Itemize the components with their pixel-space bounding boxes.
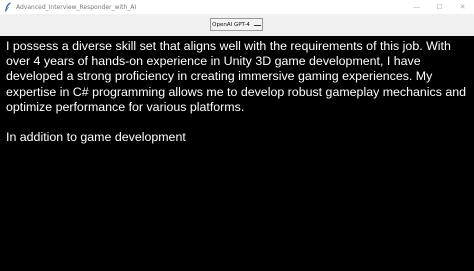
minimize-button[interactable]: — (405, 0, 428, 14)
window-title: Advanced_Interview_Responder_with_AI (16, 3, 137, 11)
response-text-area[interactable]: I possess a diverse skill set that align… (0, 36, 474, 271)
model-select-value: OpenAI GPT-4 (212, 21, 250, 28)
maximize-button[interactable]: ☐ (428, 0, 451, 14)
app-window: Advanced_Interview_Responder_with_AI — ☐… (0, 0, 474, 271)
model-select-dropdown[interactable]: OpenAI GPT-4 (210, 18, 263, 31)
response-paragraph: I possess a diverse skill set that align… (6, 39, 467, 114)
close-button[interactable]: ✕ (451, 0, 474, 14)
response-paragraph: In addition to game development (6, 130, 186, 145)
dropdown-caret-icon (253, 23, 261, 26)
title-bar[interactable]: Advanced_Interview_Responder_with_AI — ☐… (0, 0, 474, 14)
toolbar: OpenAI GPT-4 (0, 14, 474, 36)
window-controls: — ☐ ✕ (405, 0, 474, 14)
feather-icon (3, 1, 13, 13)
